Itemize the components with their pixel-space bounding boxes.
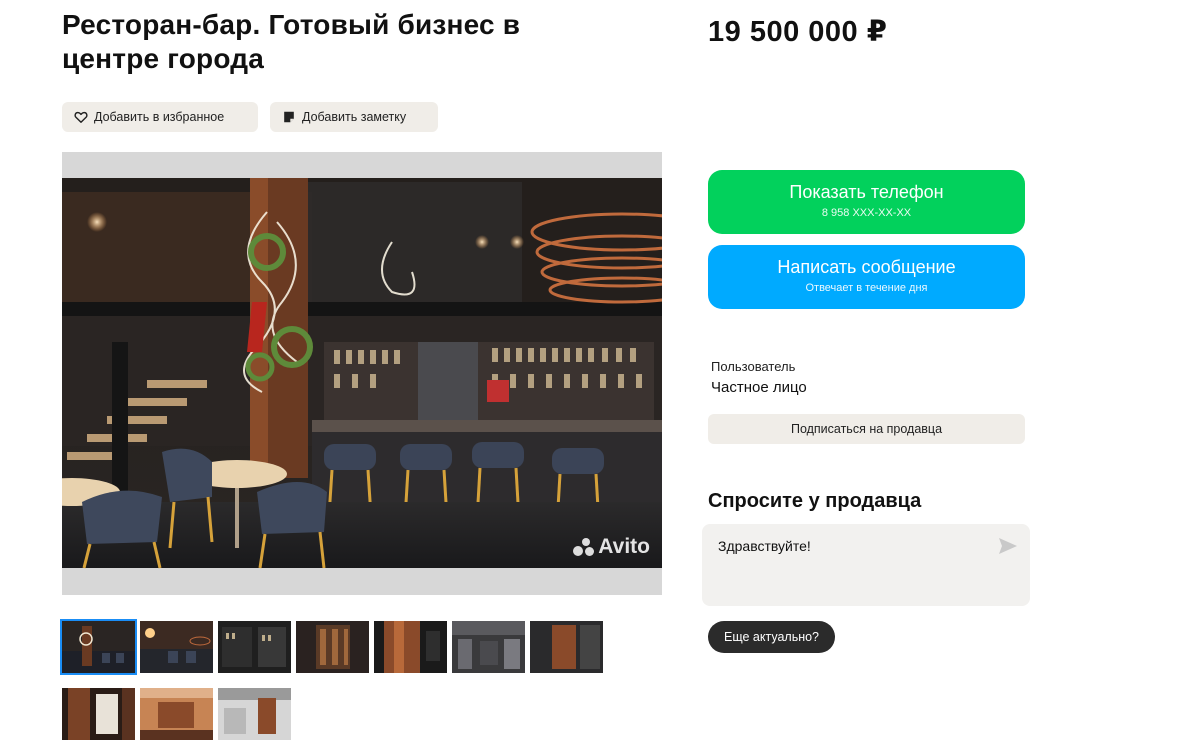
breadcrumb[interactable] (62, 0, 392, 2)
write-message-button[interactable]: Написать сообщение Отвечает в течение дн… (708, 245, 1025, 309)
response-time-note: Отвечает в течение дня (805, 282, 928, 294)
masked-phone-number: 8 958 XXX-XX-XX (821, 207, 912, 219)
thumbnail-5[interactable] (374, 621, 447, 673)
avito-logo-icon (573, 538, 595, 556)
seller-type: Частное лицо (711, 379, 807, 396)
add-to-favorites-label: Добавить в избранное (94, 110, 225, 124)
seller-name[interactable]: Пользователь (711, 359, 795, 374)
show-phone-button[interactable]: Показать телефон 8 958 XXX-XX-XX (708, 170, 1025, 234)
avito-watermark: Avito (573, 535, 650, 559)
thumbnail-3[interactable] (218, 621, 291, 673)
quick-reply-still-available[interactable]: Еще актуально? (708, 621, 836, 653)
heart-icon (74, 111, 88, 123)
add-note-label: Добавить заметку (302, 110, 407, 124)
main-photo[interactable]: Avito (62, 152, 662, 595)
avito-watermark-text: Avito (598, 535, 650, 558)
ask-seller-input-text[interactable]: Здравствуйте! (718, 538, 811, 554)
ask-seller-heading: Спросите у продавца (708, 490, 922, 512)
write-message-label: Написать сообщение (777, 257, 956, 277)
restaurant-bar-photo (62, 152, 662, 595)
note-icon (284, 111, 294, 123)
add-note-button[interactable]: Добавить заметку (270, 102, 438, 132)
listing-title: Ресторан-бар. Готовый бизнес в центре го… (62, 9, 521, 74)
show-phone-label: Показать телефон (789, 182, 944, 202)
subscribe-seller-button[interactable]: Подписаться на продавца (708, 414, 1025, 444)
thumbnail-1[interactable] (60, 619, 137, 675)
thumbnail-10[interactable] (218, 688, 291, 740)
thumbnail-6[interactable] (452, 621, 525, 673)
thumbnail-9[interactable] (140, 688, 213, 740)
listing-price: 19 500 000 ₽ (708, 16, 888, 48)
thumbnail-8[interactable] (62, 688, 135, 740)
thumbnail-2[interactable] (140, 621, 213, 673)
thumbnail-4[interactable] (296, 621, 369, 673)
send-icon[interactable] (998, 537, 1018, 555)
ask-seller-message-field[interactable]: Здравствуйте! (702, 524, 1030, 606)
add-to-favorites-button[interactable]: Добавить в избранное (62, 102, 258, 132)
thumbnail-7[interactable] (530, 621, 603, 673)
